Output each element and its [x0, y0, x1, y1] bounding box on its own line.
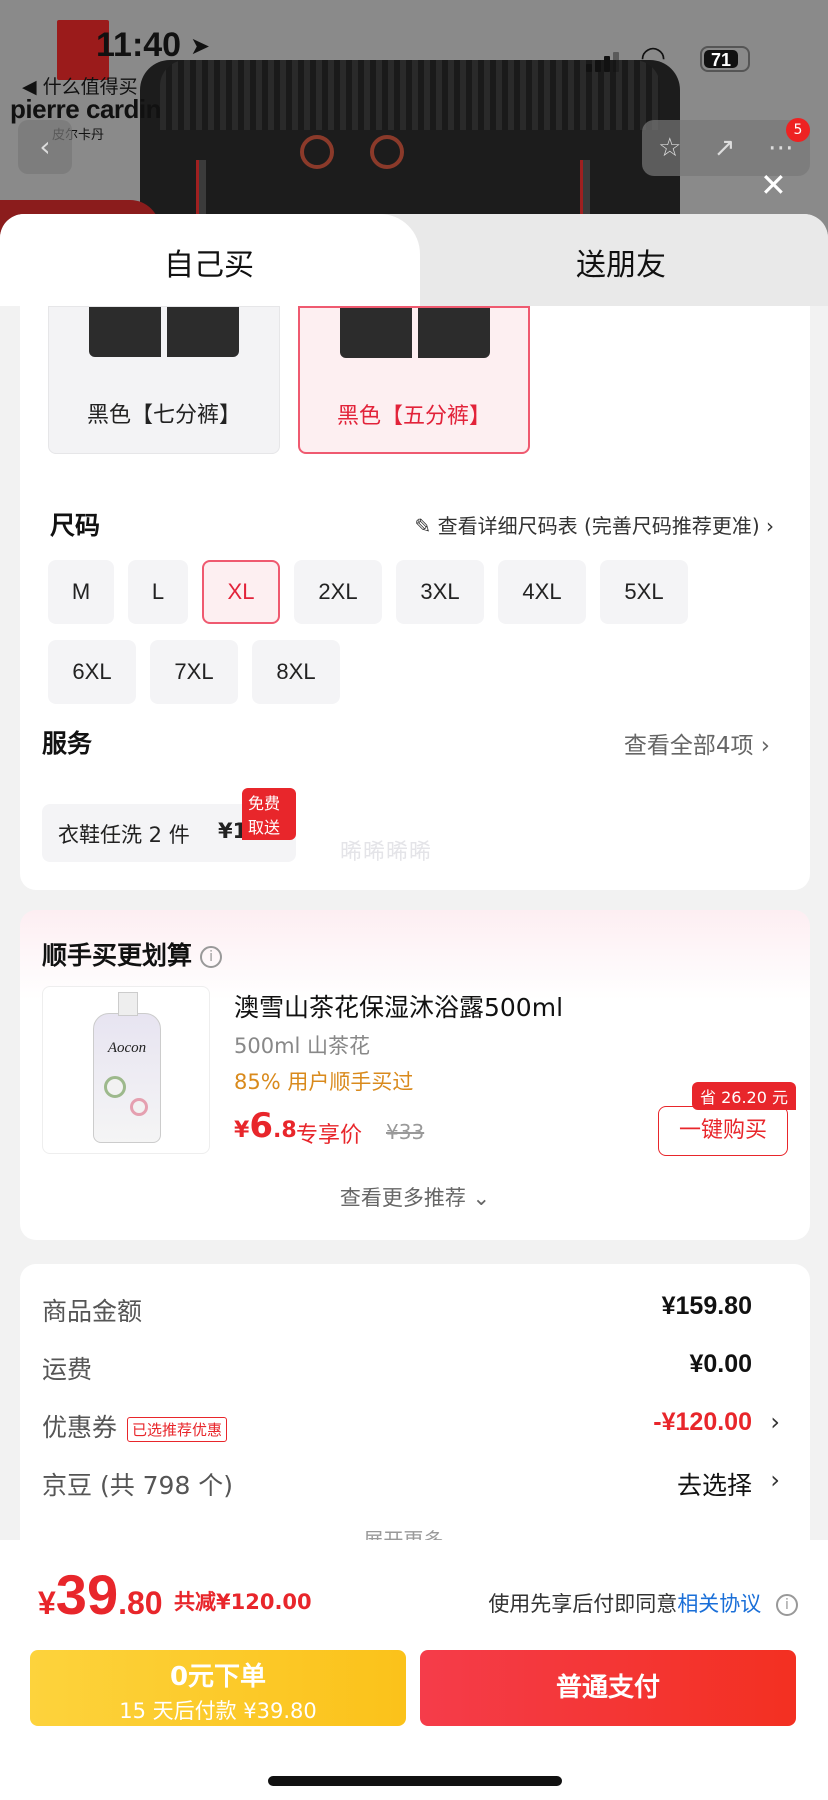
- color-label: 黑色【七分裤】: [86, 403, 241, 428]
- agreement-link[interactable]: 相关协议: [677, 1592, 761, 1616]
- size-option-7xl[interactable]: 7XL: [150, 640, 238, 704]
- product-thumbnail[interactable]: Aocon: [42, 986, 210, 1154]
- size-option-3xl[interactable]: 3XL: [396, 560, 484, 624]
- service-option-laundry[interactable]: 衣鞋任洗 2 件 ¥118 免费取送: [42, 788, 296, 862]
- watermark-text: 晞晞晞晞: [340, 840, 433, 865]
- color-option-seven-quarter[interactable]: 黑色【七分裤】: [48, 306, 280, 454]
- size-title: 尺码: [50, 511, 101, 540]
- wifi-icon: ◠: [640, 40, 667, 75]
- goods-amount-value: ¥159.80: [661, 1292, 752, 1320]
- product-name[interactable]: 澳雪山茶花保湿沐浴露500ml: [234, 988, 563, 1024]
- total-discount: 共减¥120.00: [174, 1590, 312, 1614]
- color-label: 黑色【五分裤】: [336, 404, 491, 429]
- cellular-signal-icon: [586, 52, 619, 72]
- agreement-text: 使用先享后付即同意相关协议 i: [488, 1588, 798, 1618]
- chevron-right-icon[interactable]: ›: [770, 1408, 780, 1436]
- size-option-5xl[interactable]: 5XL: [600, 560, 688, 624]
- pay-later-button[interactable]: 0元下单 15 天后付款 ¥39.80: [30, 1650, 406, 1726]
- recommend-title: 顺手买更划算 i: [42, 936, 223, 972]
- shipping-label: 运费: [42, 1355, 93, 1384]
- location-arrow-icon: ➤: [190, 32, 211, 60]
- size-option-xl[interactable]: XL: [202, 560, 280, 624]
- service-title: 服务: [42, 729, 93, 758]
- back-to-app-link[interactable]: ◀ 什么值得买: [22, 72, 138, 99]
- original-price: ¥33: [386, 1120, 425, 1144]
- close-icon[interactable]: ✕: [760, 166, 787, 204]
- jingdou-select[interactable]: 去选择: [677, 1466, 752, 1502]
- bottle-illustration: Aocon: [93, 992, 161, 1143]
- save-amount-badge: 省 26.20 元: [692, 1082, 796, 1110]
- size-option-l[interactable]: L: [128, 560, 188, 624]
- total-decimal: .80: [118, 1585, 163, 1621]
- service-name: 衣鞋任洗 2 件: [58, 823, 190, 847]
- one-click-buy-button[interactable]: 一键购买: [658, 1106, 788, 1156]
- pay-later-subtitle: 15 天后付款 ¥39.80: [119, 1699, 317, 1723]
- ruler-icon: ✎: [414, 514, 432, 538]
- chevron-right-icon[interactable]: ›: [770, 1466, 780, 1494]
- share-icon[interactable]: ↗: [714, 133, 736, 163]
- tab-gift-friend[interactable]: 送朋友: [576, 240, 666, 284]
- purchase-tabs: 自己买 送朋友: [0, 214, 828, 306]
- cart-count-badge: 5: [786, 118, 810, 142]
- status-time: 11:40: [96, 26, 182, 64]
- home-indicator: [268, 1776, 562, 1786]
- size-option-6xl[interactable]: 6XL: [48, 640, 136, 704]
- tab-buy-self[interactable]: 自己买: [164, 240, 254, 284]
- battery-level: 71: [704, 50, 738, 70]
- agreement-prefix: 使用先享后付即同意: [488, 1592, 678, 1616]
- size-option-4xl[interactable]: 4XL: [498, 560, 586, 624]
- recommend-card: 顺手买更划算 i Aocon 澳雪山茶花保湿沐浴露500ml 500ml 山茶花 …: [20, 910, 810, 1240]
- normal-pay-button[interactable]: 普通支付: [420, 1650, 796, 1726]
- size-option-m[interactable]: M: [48, 560, 114, 624]
- coupon-recommended-tag: 已选推荐优惠: [127, 1416, 228, 1442]
- service-view-all-label: 查看全部4项: [623, 733, 754, 759]
- size-option-8xl[interactable]: 8XL: [252, 640, 340, 704]
- total-integer: 39: [55, 1563, 119, 1626]
- shipping-value: ¥0.00: [689, 1350, 752, 1378]
- battery-icon: 71: [700, 46, 750, 72]
- chevron-right-icon: ›: [760, 733, 770, 759]
- recommend-title-text: 顺手买更划算: [42, 941, 193, 970]
- star-icon[interactable]: ☆: [658, 133, 681, 163]
- price-integer: 6: [249, 1106, 273, 1146]
- product-buy-rate: 85% 用户顺手买过: [234, 1070, 414, 1094]
- coupon-value: -¥120.00: [653, 1408, 752, 1436]
- jingdou-label: 京豆 (共 798 个): [42, 1471, 234, 1500]
- info-icon[interactable]: i: [776, 1594, 798, 1616]
- price-symbol: ¥: [234, 1118, 250, 1143]
- checkout-bar: ¥39.80 共减¥120.00 使用先享后付即同意相关协议 i 0元下单 15…: [0, 1540, 828, 1800]
- color-option-five-quarter[interactable]: 黑色【五分裤】: [298, 306, 530, 454]
- pay-later-title: 0元下单: [169, 1662, 267, 1692]
- goods-amount-label: 商品金额: [42, 1297, 143, 1326]
- coupon-label: 优惠券: [42, 1413, 118, 1442]
- back-button[interactable]: ‹: [18, 120, 72, 174]
- bottle-label: Aocon: [107, 1040, 147, 1056]
- size-option-2xl[interactable]: 2XL: [294, 560, 382, 624]
- color-thumbnail: [340, 308, 490, 358]
- chevron-right-icon: ›: [766, 514, 774, 538]
- service-view-all[interactable]: 查看全部4项 ›: [624, 726, 770, 760]
- product-spec: 500ml 山茶花: [234, 1034, 371, 1058]
- total-price: ¥39.80: [38, 1562, 163, 1627]
- total-symbol: ¥: [38, 1585, 56, 1621]
- info-icon[interactable]: i: [200, 946, 223, 968]
- color-thumbnail: [89, 307, 239, 357]
- product-price: ¥6.8: [234, 1106, 297, 1146]
- size-chart-label: 查看详细尺码表 (完善尺码推荐更准): [437, 514, 760, 538]
- exclusive-price-label: 专享价: [296, 1123, 363, 1148]
- spec-card: 黑色【七分裤】 黑色【五分裤】 尺码 ✎ 查看详细尺码表 (完善尺码推荐更准) …: [20, 306, 810, 890]
- coupon-row[interactable]: 优惠券 已选推荐优惠: [42, 1408, 228, 1444]
- size-chart-link[interactable]: ✎ 查看详细尺码表 (完善尺码推荐更准) ›: [415, 510, 774, 539]
- free-pickup-badge: 免费取送: [242, 788, 296, 840]
- price-decimal: .8: [272, 1118, 297, 1143]
- more-recommendations-link[interactable]: 查看更多推荐 ⌄: [20, 1182, 810, 1212]
